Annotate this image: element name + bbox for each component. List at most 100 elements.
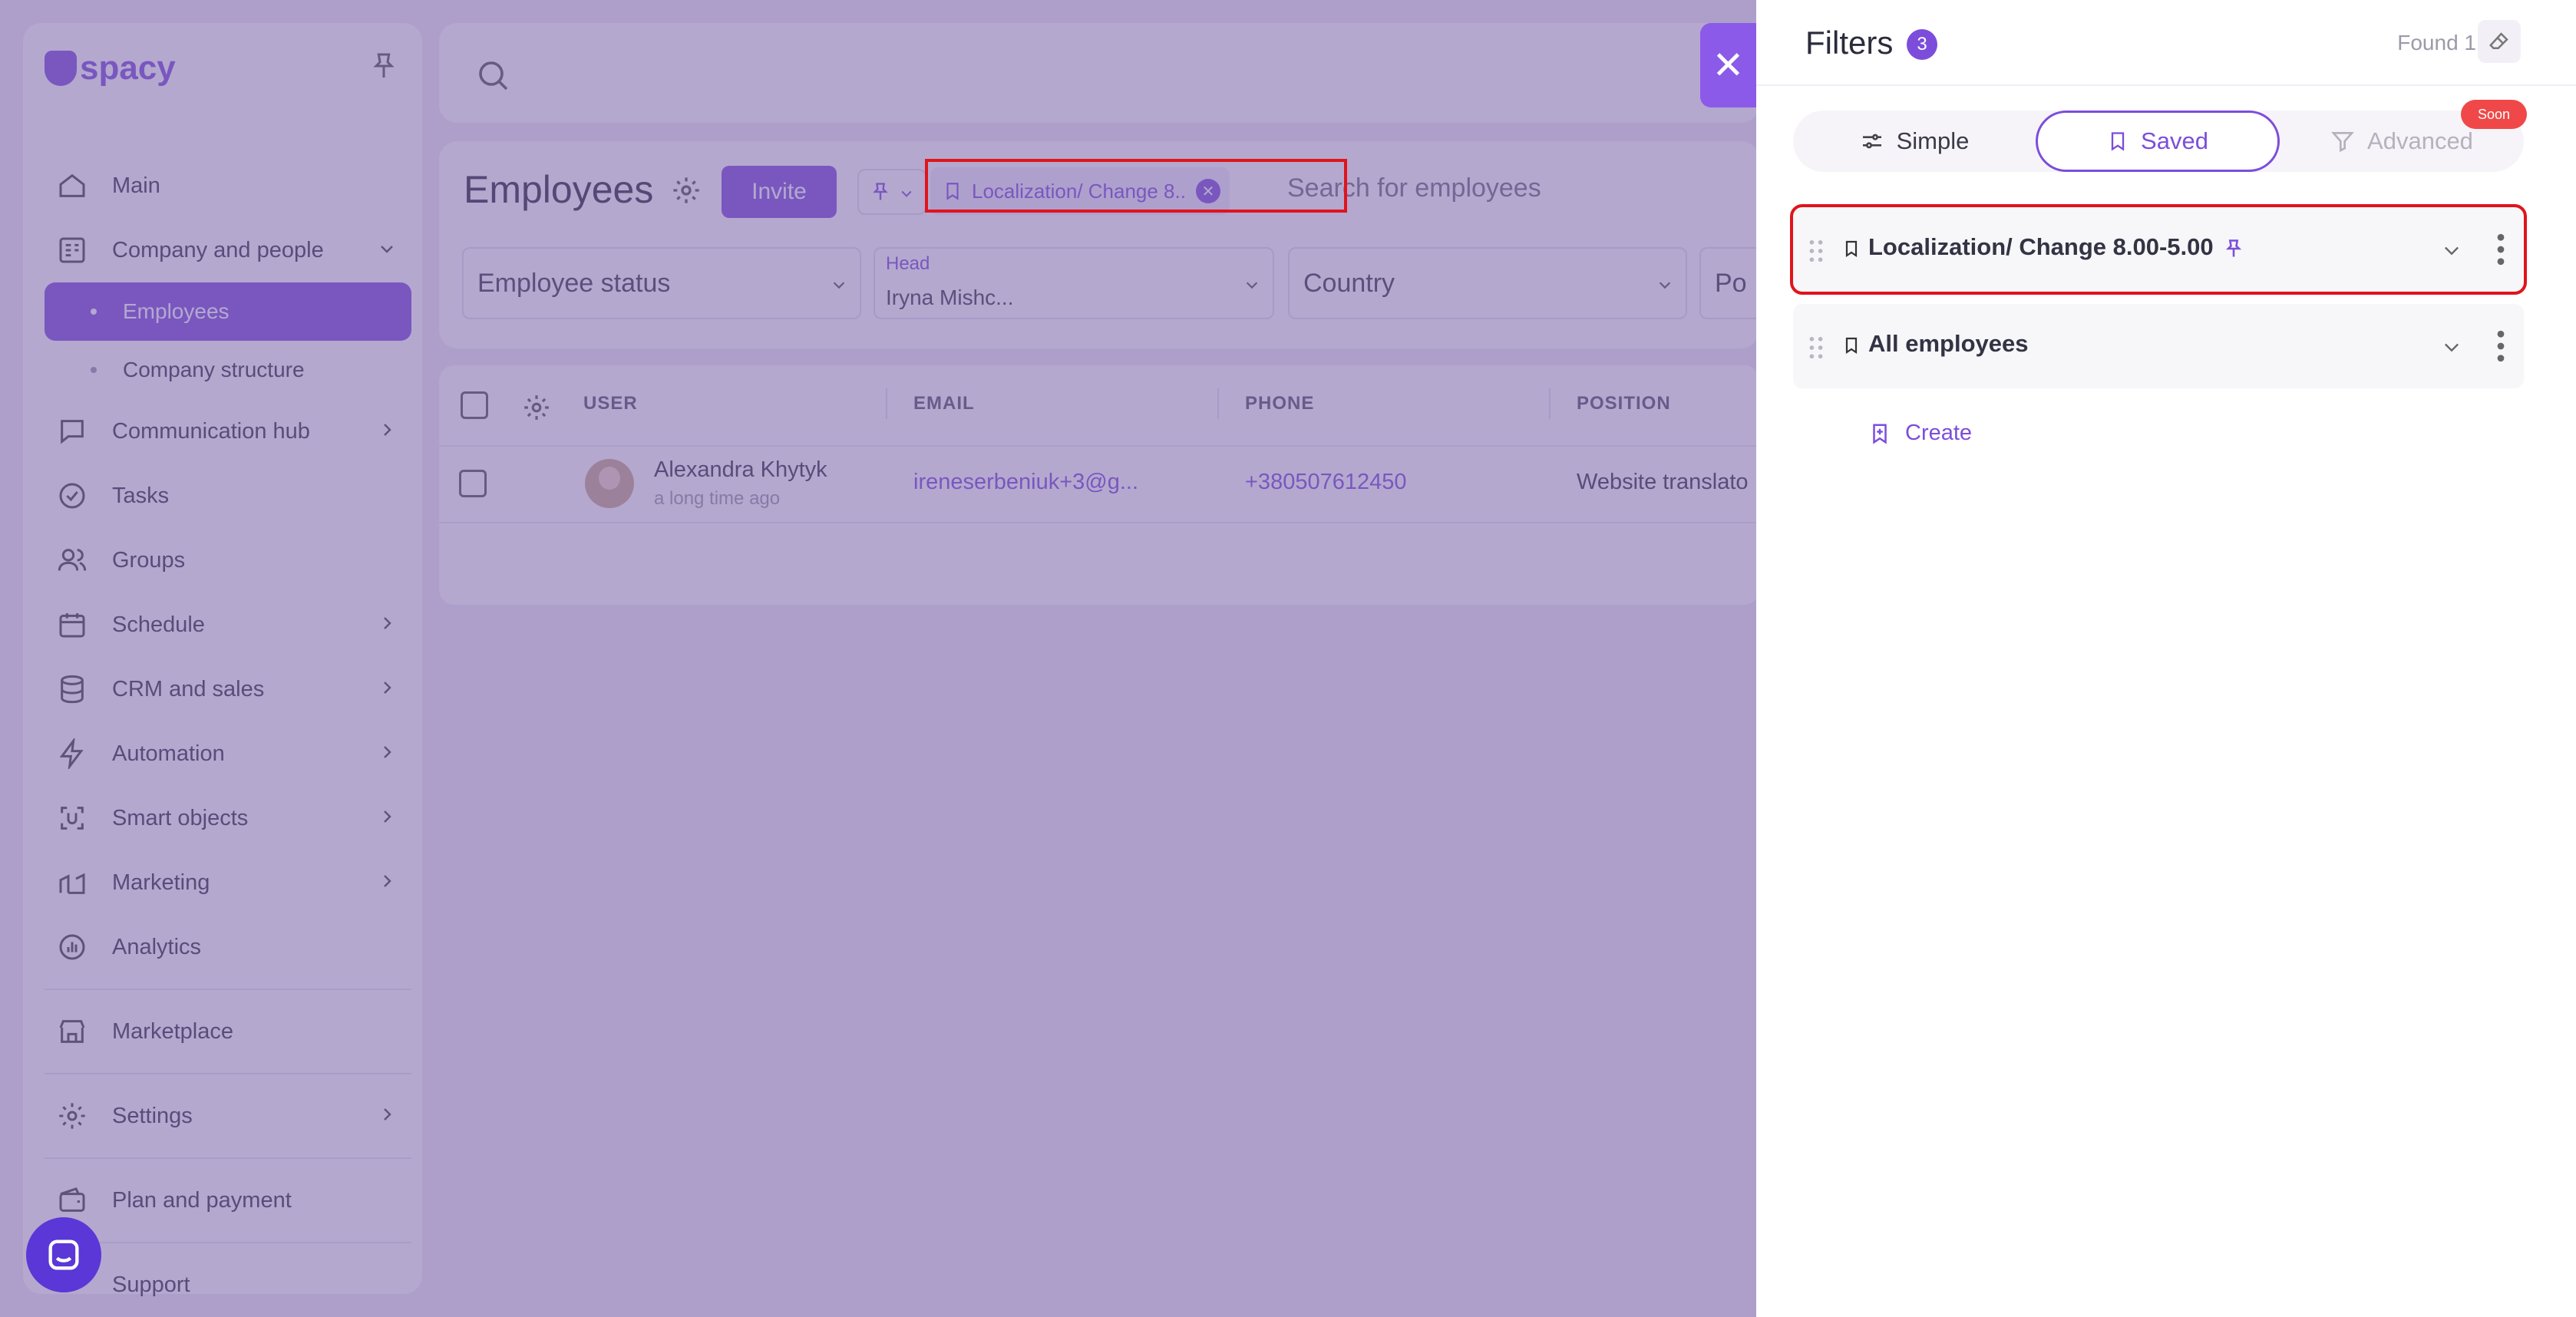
sidebar-item-groups[interactable]: Groups [45, 528, 411, 592]
sidebar-item-marketplace[interactable]: Marketplace [45, 999, 411, 1064]
global-search-bar[interactable] [439, 23, 1759, 123]
filters-panel: Filters 3 Found 1 Simple Saved Advanced … [1756, 0, 2576, 1317]
sidebar-item-marketing[interactable]: Marketing [45, 850, 411, 915]
tab-simple[interactable]: Simple [1793, 111, 2036, 172]
invite-button[interactable]: Invite [722, 166, 837, 218]
employee-status-select[interactable]: Employee status [462, 247, 861, 319]
chevron-down-icon[interactable] [2441, 239, 2462, 261]
sidebar-item-company-structure[interactable]: Company structure [45, 341, 411, 399]
avatar[interactable] [585, 459, 634, 508]
tab-label: Saved [2141, 127, 2208, 154]
check-circle-icon [55, 479, 89, 513]
sidebar-item-main[interactable]: Main [45, 153, 411, 218]
close-panel-button[interactable]: ✕ [1700, 23, 1756, 107]
column-separator [1549, 388, 1551, 419]
saved-filter-item[interactable]: All employees [1793, 304, 2524, 388]
gear-icon[interactable] [522, 393, 551, 422]
chevron-right-icon [384, 424, 391, 436]
field-label: Po [1715, 269, 1747, 298]
position-cell: Website translato [1577, 470, 1749, 494]
column-header-email[interactable]: EMAIL [913, 393, 975, 414]
more-vertical-icon[interactable] [2496, 330, 2505, 362]
sidebar-item-smart-objects[interactable]: Smart objects [45, 786, 411, 850]
eraser-icon [2489, 32, 2508, 49]
bullet-icon [91, 309, 97, 315]
create-label: Create [1905, 421, 1973, 445]
chat-bubble-icon [48, 1239, 79, 1270]
support-chat-button[interactable] [26, 1217, 101, 1292]
sidebar-item-plan-and-payment[interactable]: Plan and payment [45, 1168, 411, 1233]
bullet-icon [91, 367, 97, 373]
chevron-right-icon [384, 875, 391, 887]
sidebar-item-settings[interactable]: Settings [45, 1084, 411, 1148]
page-title: Employees [464, 168, 654, 211]
sidebar-item-employees[interactable]: Employees [45, 282, 411, 341]
column-header-position[interactable]: POSITION [1577, 393, 1671, 414]
sidebar-item-label: Schedule [112, 612, 205, 637]
logo[interactable]: spacy [45, 49, 176, 87]
chevron-down-icon [1659, 282, 1671, 289]
more-vertical-icon[interactable] [2496, 233, 2505, 266]
phone-link[interactable]: +380507612450 [1245, 470, 1406, 495]
column-header-phone[interactable]: PHONE [1245, 393, 1314, 414]
bookmark-icon [1845, 337, 1858, 355]
chevron-right-icon [384, 617, 391, 629]
row-checkbox[interactable] [459, 470, 487, 497]
pin-sidebar-icon[interactable] [368, 51, 399, 81]
sidebar-item-label: Plan and payment [112, 1187, 292, 1213]
bookmark-icon [2111, 132, 2125, 151]
column-header-user[interactable]: USER [583, 393, 638, 414]
sidebar-item-analytics[interactable]: Analytics [45, 915, 411, 979]
select-all-checkbox[interactable] [461, 391, 488, 419]
sidebar-item-label: Company and people [112, 237, 324, 262]
chart-icon [55, 930, 89, 964]
sidebar-item-tasks[interactable]: Tasks [45, 464, 411, 528]
chat-icon [55, 414, 89, 448]
pin-icon [873, 183, 888, 200]
sidebar-item-company-and-people[interactable]: Company and people [45, 218, 411, 282]
sidebar-item-crm-and-sales[interactable]: CRM and sales [45, 657, 411, 721]
user-last-seen: a long time ago [654, 488, 781, 509]
sidebar-item-communication-hub[interactable]: Communication hub [45, 399, 411, 464]
sidebar-item-label: Marketing [112, 870, 210, 895]
saved-filter-item[interactable]: Localization/ Change 8.00-5.00 [1790, 204, 2527, 295]
head-select[interactable]: Head Iryna Mishc... [874, 247, 1274, 319]
sidebar-item-label: Analytics [112, 934, 202, 959]
chevron-right-icon [384, 746, 391, 758]
chevron-down-icon [1246, 282, 1258, 289]
smart-object-icon [55, 801, 89, 835]
sidebar-item-label: Employees [123, 299, 230, 323]
tab-label: Simple [1896, 127, 1970, 154]
tab-saved[interactable]: Saved [2036, 111, 2280, 172]
pinned-filters-dropdown[interactable] [857, 169, 926, 215]
sidebar-item-label: Automation [112, 741, 225, 766]
user-name[interactable]: Alexandra Khytyk [654, 457, 827, 483]
gear-icon [55, 1099, 89, 1133]
country-select[interactable]: Country [1288, 247, 1687, 319]
create-filter-button[interactable]: Create [1868, 421, 1972, 446]
gear-icon[interactable] [671, 175, 702, 206]
drag-handle-icon[interactable] [1808, 239, 1824, 262]
employees-table: USER EMAIL PHONE POSITION Alexandra Khyt… [439, 365, 1759, 605]
field-label: Country [1303, 269, 1395, 298]
email-link[interactable]: ireneserbeniuk+3@g... [913, 470, 1138, 495]
field-label: Employee status [477, 269, 671, 298]
chevron-down-icon [381, 246, 393, 253]
clear-filters-button[interactable] [2478, 20, 2521, 63]
soon-badge: Soon [2461, 100, 2527, 129]
drag-handle-icon[interactable] [1808, 336, 1824, 359]
building-icon [55, 233, 89, 267]
pin-icon[interactable] [2223, 236, 2244, 261]
sidebar-item-label: Communication hub [112, 418, 310, 444]
users-icon [55, 543, 89, 577]
sidebar-item-schedule[interactable]: Schedule [45, 592, 411, 657]
sidebar-item-label: Tasks [112, 483, 170, 508]
position-select[interactable]: Po [1699, 247, 1759, 319]
bookmark-icon [1845, 240, 1858, 258]
sidebar-item-automation[interactable]: Automation [45, 721, 411, 786]
chevron-down-icon[interactable] [2441, 336, 2462, 358]
divider [45, 1157, 411, 1159]
close-icon: ✕ [1712, 44, 1745, 87]
store-icon [55, 1015, 89, 1048]
logo-text: spacy [80, 49, 176, 87]
